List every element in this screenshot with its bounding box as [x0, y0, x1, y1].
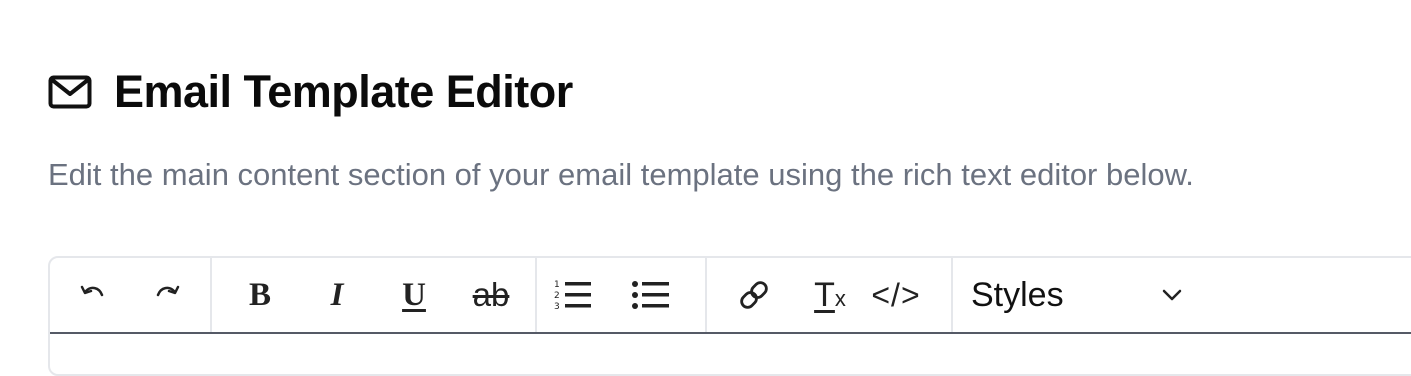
redo-button[interactable] — [140, 267, 196, 323]
italic-button[interactable]: I — [311, 267, 363, 323]
bullet-list-button[interactable] — [623, 267, 679, 323]
page-header: Email Template Editor — [48, 64, 573, 120]
ordered-list-icon: 1 2 3 — [554, 280, 591, 312]
undo-button[interactable] — [64, 267, 120, 323]
styles-dropdown[interactable]: Styles — [953, 267, 1183, 323]
ordered-list-button[interactable]: 1 2 3 — [545, 267, 601, 323]
mail-icon — [48, 72, 94, 112]
code-button[interactable]: </> — [863, 267, 929, 323]
link-button[interactable] — [727, 267, 781, 323]
clear-formatting-icon: Tx — [814, 275, 846, 314]
undo-icon — [80, 285, 104, 297]
styles-label: Styles — [971, 275, 1064, 314]
insert-group: Tx </> — [707, 258, 953, 332]
chevron-down-icon — [1162, 289, 1182, 301]
redo-icon — [156, 285, 180, 297]
styles-group: Styles — [953, 258, 1183, 332]
list-group: 1 2 3 — [537, 258, 707, 332]
editor-toolbar: B I U ab 1 2 3 Tx </> Styles — [50, 258, 1411, 334]
bold-button[interactable]: B — [234, 267, 286, 323]
formatting-group: B I U ab — [212, 258, 537, 332]
svg-text:3: 3 — [554, 302, 560, 312]
rich-text-editor: B I U ab 1 2 3 Tx </> Styles — [48, 256, 1411, 376]
strikethrough-button[interactable]: ab — [465, 267, 517, 323]
underline-button[interactable]: U — [388, 267, 440, 323]
svg-text:1: 1 — [554, 280, 560, 290]
page-subtitle: Edit the main content section of your em… — [48, 157, 1194, 192]
page-title: Email Template Editor — [114, 66, 573, 117]
history-group — [50, 258, 212, 332]
link-icon — [740, 281, 768, 309]
svg-text:2: 2 — [554, 291, 560, 301]
clear-formatting-button[interactable]: Tx — [801, 267, 859, 323]
bullet-list-icon — [632, 281, 669, 309]
